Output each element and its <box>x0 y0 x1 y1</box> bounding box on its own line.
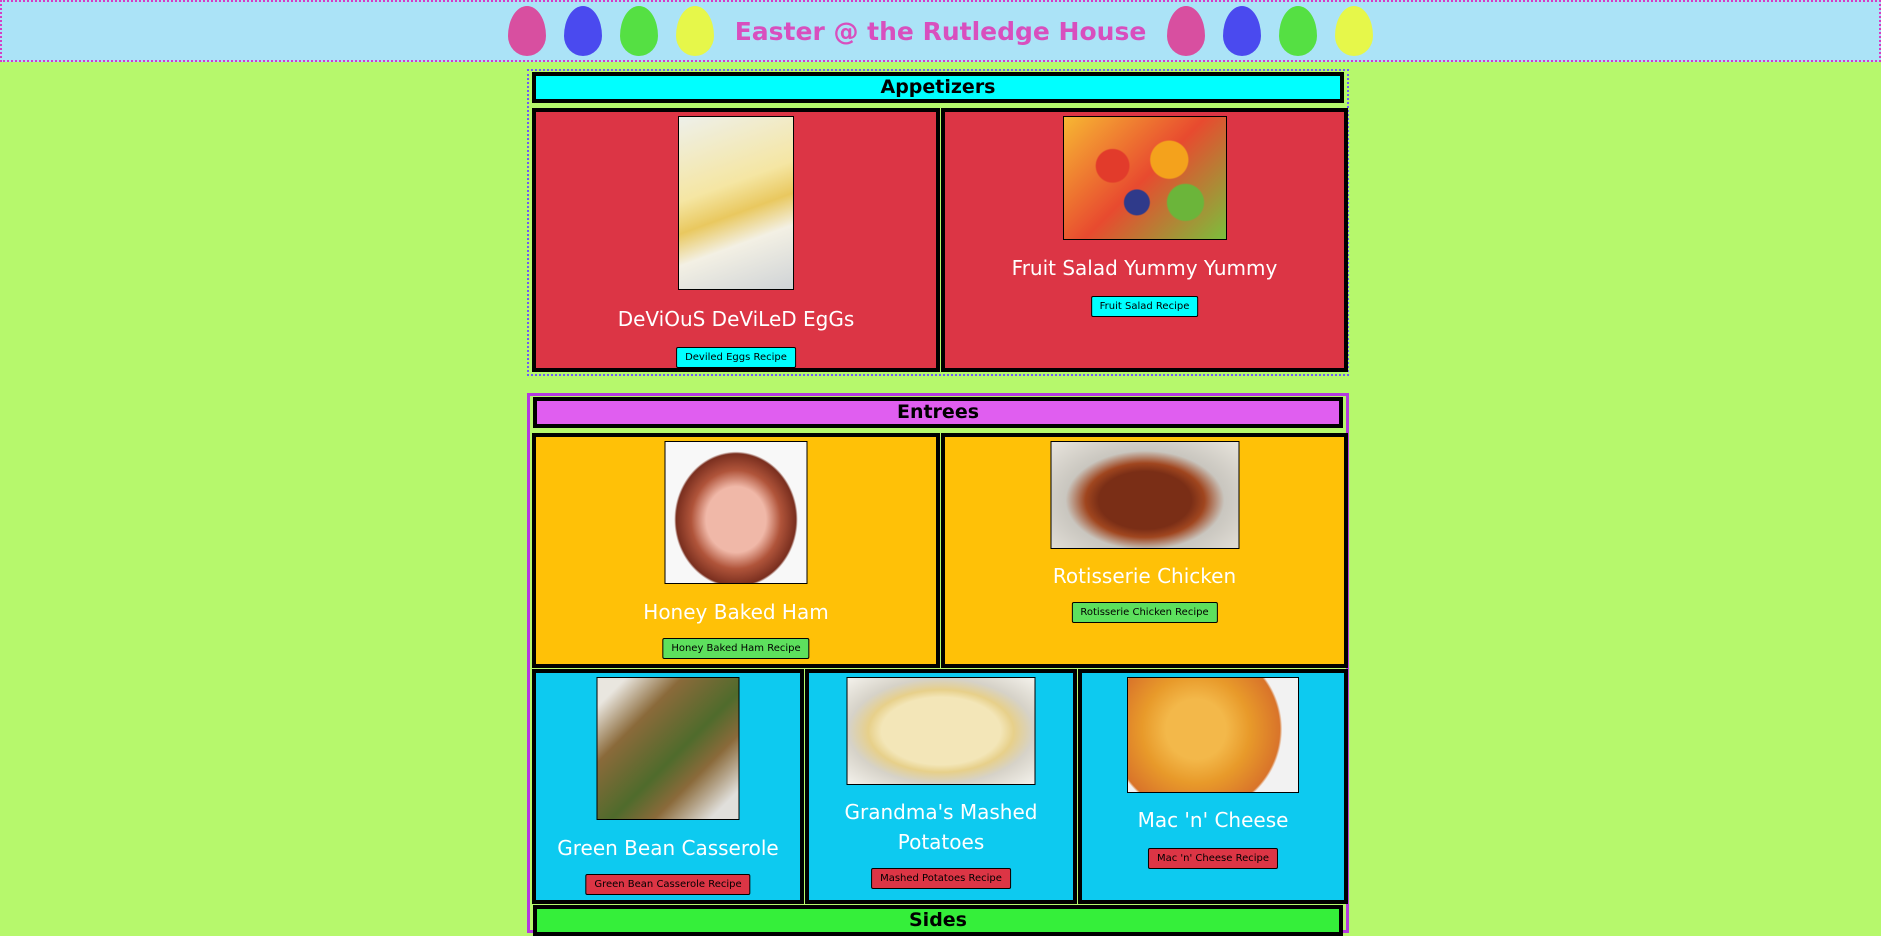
deviled-eggs-image <box>678 116 794 290</box>
green-egg-icon <box>619 6 658 56</box>
pink-egg-icon <box>1167 6 1206 56</box>
rotisserie-chicken-image <box>1050 441 1239 549</box>
entrees-section: Entrees Honey Baked Ham Honey Baked Ham … <box>527 393 1349 936</box>
green-bean-casserole-recipe-button[interactable]: Green Bean Casserole Recipe <box>585 874 751 895</box>
yellow-egg-icon <box>1335 6 1374 56</box>
mashed-potatoes-card: Grandma's Mashed Potatoes Mashed Potatoe… <box>805 669 1077 904</box>
section-title-appetizers: Appetizers <box>532 72 1344 103</box>
honey-baked-ham-card: Honey Baked Ham Honey Baked Ham Recipe <box>532 433 940 668</box>
deviled-eggs-card: DeViOuS DeViLeD EgGs Deviled Eggs Recipe <box>532 108 940 372</box>
fruit-salad-image <box>1062 116 1227 240</box>
deviled-eggs-recipe-button[interactable]: Deviled Eggs Recipe <box>676 347 796 368</box>
mac-n-cheese-card: Mac 'n' Cheese Mac 'n' Cheese Recipe <box>1078 669 1348 904</box>
card-title: Honey Baked Ham <box>643 600 829 624</box>
green-egg-icon <box>1279 6 1318 56</box>
mashed-potatoes-image <box>846 677 1036 785</box>
site-header: Easter @ the Rutledge House <box>0 0 1881 62</box>
green-bean-casserole-card: Green Bean Casserole Green Bean Casserol… <box>532 669 804 904</box>
section-title-entrees: Entrees <box>533 397 1343 428</box>
appetizers-section: Appetizers DeViOuS DeViLeD EgGs Deviled … <box>527 69 1349 376</box>
rotisserie-chicken-card: Rotisserie Chicken Rotisserie Chicken Re… <box>941 433 1348 668</box>
rotisserie-chicken-recipe-button[interactable]: Rotisserie Chicken Recipe <box>1071 602 1218 623</box>
blue-egg-icon <box>1223 6 1262 56</box>
card-title: Rotisserie Chicken <box>1052 564 1237 588</box>
yellow-egg-icon <box>675 6 714 56</box>
mashed-potatoes-recipe-button[interactable]: Mashed Potatoes Recipe <box>871 868 1011 889</box>
site-title: Easter @ the Rutledge House <box>734 16 1147 46</box>
green-bean-casserole-image <box>596 677 740 820</box>
honey-baked-ham-image <box>664 441 808 584</box>
card-title: DeViOuS DeViLeD EgGs <box>617 307 855 331</box>
fruit-salad-card: Fruit Salad Yummy Yummy Fruit Salad Reci… <box>941 108 1348 372</box>
card-title: Fruit Salad Yummy Yummy <box>1011 256 1278 280</box>
mac-n-cheese-image <box>1127 677 1299 793</box>
pink-egg-icon <box>507 6 546 56</box>
mac-n-cheese-recipe-button[interactable]: Mac 'n' Cheese Recipe <box>1147 848 1279 869</box>
blue-egg-icon <box>563 6 602 56</box>
card-title: Grandma's Mashed Potatoes <box>844 800 1038 854</box>
card-title: Mac 'n' Cheese <box>1137 808 1289 832</box>
honey-baked-ham-recipe-button[interactable]: Honey Baked Ham Recipe <box>662 638 810 659</box>
card-title: Green Bean Casserole <box>557 836 779 860</box>
fruit-salad-recipe-button[interactable]: Fruit Salad Recipe <box>1090 296 1199 317</box>
